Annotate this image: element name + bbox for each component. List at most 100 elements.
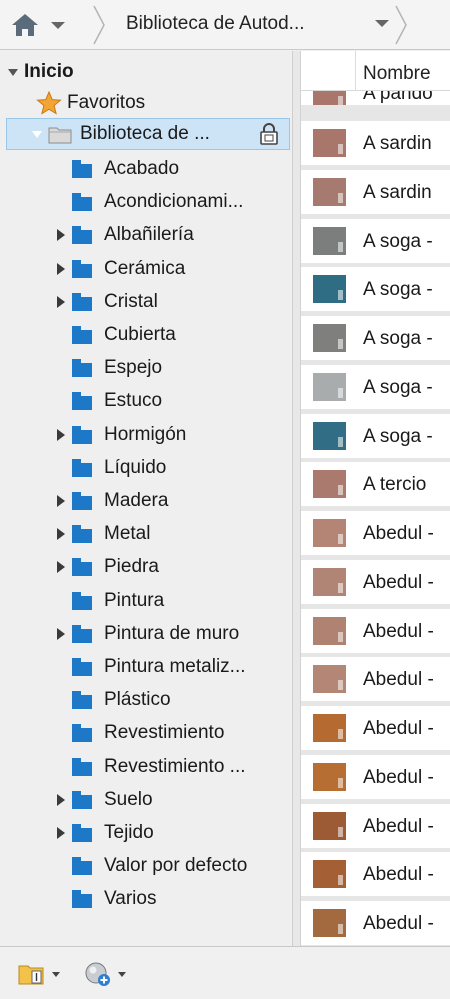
library-manage-button[interactable] bbox=[18, 961, 60, 987]
material-thumbnail bbox=[313, 812, 346, 840]
tree-item-category[interactable]: Metal bbox=[54, 518, 150, 550]
folder-icon bbox=[48, 127, 72, 144]
expand-arrow-icon[interactable] bbox=[54, 827, 68, 839]
expand-arrow-icon[interactable] bbox=[54, 429, 68, 441]
tree-item-label: Cerámica bbox=[104, 258, 186, 279]
tree-item-label: Espejo bbox=[104, 357, 163, 378]
tree-item-category[interactable]: Suelo bbox=[54, 784, 153, 816]
collapse-arrow-icon[interactable] bbox=[8, 68, 18, 76]
expand-arrow-icon[interactable] bbox=[54, 528, 68, 540]
panel-splitter[interactable] bbox=[293, 51, 301, 946]
thumbnail-column-header[interactable] bbox=[301, 51, 356, 91]
tree-item-category[interactable]: Acabado bbox=[54, 153, 179, 185]
tree-item-category[interactable]: Plástico bbox=[54, 684, 171, 716]
expand-arrow-icon[interactable] bbox=[54, 794, 68, 806]
tree-item-category[interactable]: Cristal bbox=[54, 286, 158, 318]
tree-item-category[interactable]: Revestimiento ... bbox=[54, 751, 246, 783]
tree-item-label: Líquido bbox=[104, 457, 167, 478]
list-item[interactable]: A pando bbox=[301, 91, 450, 105]
collapse-arrow-icon[interactable] bbox=[32, 130, 42, 138]
category-icon bbox=[70, 689, 94, 711]
list-item[interactable]: Abedul - bbox=[301, 511, 450, 555]
tree-item-label: Favoritos bbox=[67, 92, 146, 113]
tree-item-category[interactable]: Revestimiento bbox=[54, 717, 224, 749]
tree-item-category[interactable]: Pintura de muro bbox=[54, 618, 239, 650]
tree-item-category[interactable]: Valor por defecto bbox=[54, 850, 247, 882]
list-item[interactable]: Abedul - bbox=[301, 706, 450, 750]
lock-icon bbox=[260, 123, 278, 145]
expand-arrow-icon[interactable] bbox=[54, 561, 68, 573]
tree-item-category[interactable]: Varios bbox=[54, 883, 156, 915]
list-item[interactable]: A tercio bbox=[301, 462, 450, 506]
home-icon bbox=[12, 14, 38, 36]
list-item[interactable]: A soga - bbox=[301, 365, 450, 409]
tree-item-label: Piedra bbox=[104, 556, 159, 577]
material-thumbnail bbox=[313, 178, 346, 206]
list-item[interactable]: Abedul - bbox=[301, 755, 450, 799]
tree-item-category[interactable]: Hormigón bbox=[54, 419, 186, 451]
category-icon bbox=[70, 556, 94, 578]
tree-item-category[interactable]: Líquido bbox=[54, 452, 166, 484]
tree-item-category[interactable]: Albañilería bbox=[54, 219, 194, 251]
star-icon bbox=[36, 91, 62, 115]
list-item[interactable]: Abedul - bbox=[301, 657, 450, 701]
create-material-button[interactable] bbox=[84, 961, 126, 987]
expand-arrow-icon[interactable] bbox=[54, 229, 68, 241]
list-item[interactable]: A sardin bbox=[301, 121, 450, 165]
tree-item-category[interactable]: Estuco bbox=[54, 385, 162, 417]
tree-item-inicio[interactable]: Inicio bbox=[8, 56, 74, 88]
list-item[interactable]: A soga - bbox=[301, 316, 450, 360]
list-item[interactable]: Abedul - bbox=[301, 852, 450, 896]
tree-item-category[interactable]: Piedra bbox=[54, 551, 159, 583]
chevron-down-icon[interactable] bbox=[372, 16, 392, 30]
expand-arrow-icon[interactable] bbox=[54, 296, 68, 308]
breadcrumb-separator-icon bbox=[93, 5, 105, 45]
list-item[interactable]: A soga - bbox=[301, 267, 450, 311]
category-icon bbox=[70, 291, 94, 313]
list-item[interactable]: Abedul - bbox=[301, 609, 450, 653]
tree-item-category[interactable]: Madera bbox=[54, 485, 168, 517]
expand-arrow-icon[interactable] bbox=[54, 263, 68, 275]
tree-item-category[interactable]: Espejo bbox=[54, 352, 162, 384]
chevron-down-icon[interactable] bbox=[48, 18, 68, 32]
material-thumbnail bbox=[313, 714, 346, 742]
material-name: Abedul - bbox=[363, 523, 434, 544]
expand-arrow-icon[interactable] bbox=[54, 628, 68, 640]
category-icon bbox=[70, 324, 94, 346]
material-list: Nombre A pando A sardin A sardin A soga - A… bbox=[301, 51, 450, 946]
list-item[interactable]: Abedul - bbox=[301, 560, 450, 604]
tree-item-category[interactable]: Pintura metaliz... bbox=[54, 651, 246, 683]
category-icon bbox=[70, 258, 94, 280]
add-material-icon bbox=[85, 962, 110, 986]
tree-item-label: Cristal bbox=[104, 291, 158, 312]
expand-arrow-icon[interactable] bbox=[54, 495, 68, 507]
category-icon bbox=[70, 656, 94, 678]
list-item[interactable]: A sardin bbox=[301, 170, 450, 214]
list-item[interactable]: Abedul - bbox=[301, 901, 450, 945]
list-item[interactable]: A soga - bbox=[301, 219, 450, 263]
material-name: A pando bbox=[363, 91, 433, 104]
list-item[interactable]: Abedul - bbox=[301, 804, 450, 848]
tree-item-category[interactable]: Acondicionami... bbox=[54, 186, 243, 218]
name-column-header[interactable]: Nombre bbox=[363, 63, 431, 85]
tree-item-category[interactable]: Tejido bbox=[54, 817, 154, 849]
material-name: A soga - bbox=[363, 231, 433, 252]
bottom-toolbar bbox=[0, 946, 450, 999]
tree-item-category[interactable]: Pintura bbox=[54, 585, 164, 617]
tree-item-category[interactable]: Cerámica bbox=[54, 253, 185, 285]
category-icon bbox=[70, 357, 94, 379]
category-icon bbox=[70, 822, 94, 844]
folder-library-icon bbox=[18, 965, 44, 985]
tree-item-biblioteca[interactable]: Biblioteca de ... bbox=[32, 118, 210, 150]
material-name: A sardin bbox=[363, 182, 432, 203]
tree-item-label: Revestimiento ... bbox=[104, 756, 246, 777]
tree-item-favoritos[interactable]: Favoritos bbox=[36, 87, 145, 119]
material-name: A soga - bbox=[363, 426, 433, 447]
tree-item-category[interactable]: Cubierta bbox=[54, 319, 176, 351]
tree-item-label: Cubierta bbox=[104, 324, 176, 345]
breadcrumb-current[interactable]: Biblioteca de Autod... bbox=[126, 13, 305, 35]
tree-item-label: Pintura de muro bbox=[104, 623, 240, 644]
material-thumbnail bbox=[313, 617, 346, 645]
material-name: Abedul - bbox=[363, 767, 434, 788]
list-item[interactable]: A soga - bbox=[301, 414, 450, 458]
